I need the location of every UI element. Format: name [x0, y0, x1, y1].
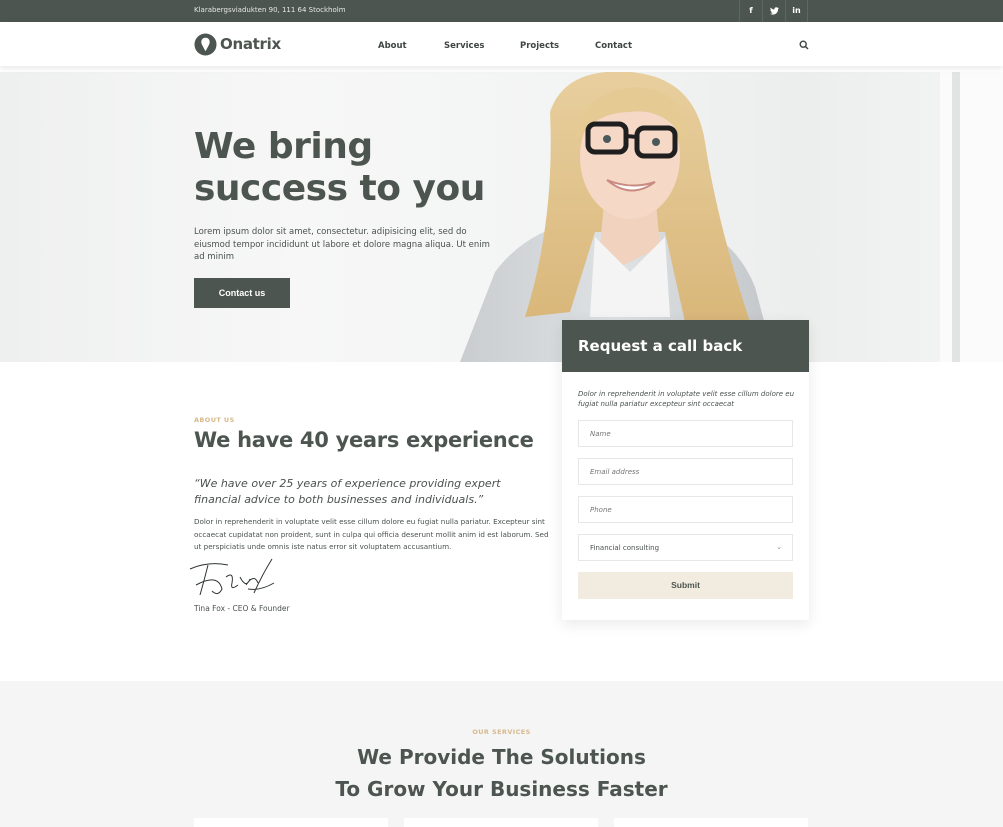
- logo-text: Onatrix: [220, 35, 281, 53]
- contact-us-button[interactable]: Contact us: [194, 278, 290, 308]
- top-bar: Klarabergsviadukten 90, 111 64 Stockholm…: [0, 0, 1003, 22]
- search-icon[interactable]: [799, 40, 809, 50]
- linkedin-icon[interactable]: in: [785, 0, 808, 22]
- services-title: We Provide The Solutions To Grow Your Bu…: [0, 741, 1003, 805]
- service-card[interactable]: [614, 818, 808, 827]
- about-quote: “We have over 25 years of experience pro…: [194, 477, 501, 506]
- services-section: OUR SERVICES We Provide The Solutions To…: [0, 681, 1003, 827]
- service-card[interactable]: [404, 818, 598, 827]
- logo-icon: [194, 32, 217, 56]
- callback-form-card: Request a call back Dolor in reprehender…: [562, 320, 809, 620]
- twitter-icon[interactable]: [762, 0, 785, 22]
- service-select-value: Financial consulting: [590, 544, 660, 552]
- phone-field[interactable]: [578, 496, 793, 523]
- about-eyebrow: ABOUT US: [194, 416, 235, 424]
- nav-projects[interactable]: Projects: [520, 41, 559, 51]
- signature-image: [189, 558, 275, 596]
- callback-form-title: Request a call back: [562, 320, 809, 372]
- nav-contact[interactable]: Contact: [595, 41, 632, 51]
- nav-services[interactable]: Services: [444, 41, 484, 51]
- services-title-line-2: To Grow Your Business Faster: [335, 777, 668, 801]
- about-text: Dolor in reprehenderit in voluptate veli…: [194, 517, 549, 551]
- nav-about[interactable]: About: [378, 41, 407, 51]
- signature-caption: Tina Fox - CEO & Founder: [194, 604, 290, 613]
- facebook-icon[interactable]: f: [739, 0, 762, 22]
- callback-form-description: Dolor in reprehenderit in voluptate veli…: [578, 390, 795, 408]
- logo[interactable]: Onatrix: [194, 32, 281, 56]
- hero-window-frame: [952, 72, 960, 362]
- services-title-line-1: We Provide The Solutions: [357, 745, 646, 769]
- chevron-down-icon: ⌄: [776, 543, 782, 551]
- about-title: We have 40 years experience: [194, 428, 534, 452]
- service-select[interactable]: Financial consulting ⌄: [578, 534, 793, 561]
- hero-woman-image: [460, 72, 775, 362]
- hero-description: Lorem ipsum dolor sit amet, consectetur.…: [194, 227, 490, 262]
- services-eyebrow: OUR SERVICES: [472, 728, 531, 736]
- email-field[interactable]: [578, 458, 793, 485]
- name-field[interactable]: [578, 420, 793, 447]
- submit-button[interactable]: Submit: [578, 572, 793, 599]
- hero-title: We bring success to you: [194, 126, 485, 210]
- hero-title-line-1: We bring: [194, 126, 373, 167]
- address-text: Klarabergsviadukten 90, 111 64 Stockholm: [194, 6, 346, 14]
- service-card[interactable]: [194, 818, 388, 827]
- main-navbar: Onatrix About Services Projects Contact: [0, 22, 1003, 66]
- hero-window-light: [940, 72, 1003, 362]
- hero-title-line-2: success to you: [194, 168, 485, 209]
